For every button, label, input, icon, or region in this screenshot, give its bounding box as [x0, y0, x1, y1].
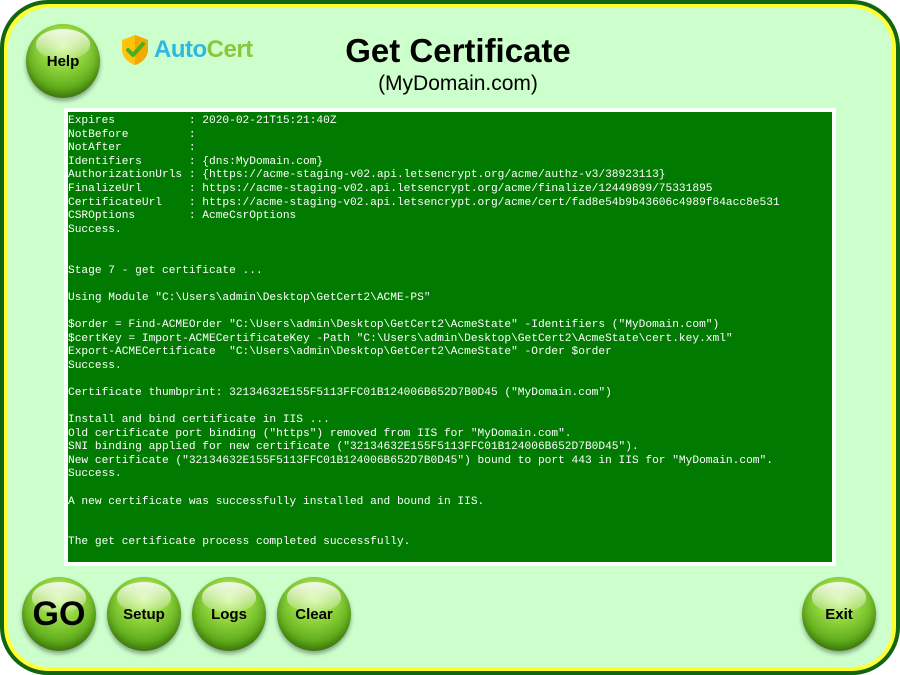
app-window-border: Help AutoCert Get Certificate (MyDomain.… — [4, 4, 896, 671]
console-line: NotBefore : — [68, 128, 196, 141]
logo-text-cert: Cert — [206, 36, 254, 63]
autocert-logo: AutoCert — [120, 34, 253, 66]
console-line: Export-ACMECertificate "C:\Users\admin\D… — [68, 346, 612, 359]
logs-button-label: Logs — [211, 605, 247, 623]
console-line: Stage 7 - get certificate ... — [68, 264, 263, 277]
page-title: Get Certificate — [345, 32, 571, 69]
console-line: CSROptions : AcmeCsrOptions — [68, 210, 297, 223]
app-window-frame: Help AutoCert Get Certificate (MyDomain.… — [0, 0, 900, 675]
console-line: Success. — [68, 359, 122, 372]
page-subtitle: (MyDomain.com) — [378, 72, 538, 95]
console-line: Identifiers : {dns:MyDomain.com} — [68, 155, 324, 168]
console-line: Expires : 2020-02-21T15:21:40Z — [68, 115, 337, 127]
console-line: $certKey = Import-ACMECertificateKey -Pa… — [68, 332, 733, 345]
console-line: $order = Find-ACMEOrder "C:\Users\admin\… — [68, 318, 720, 331]
logo-text-auto: Auto — [154, 36, 207, 63]
console-line: NotAfter : — [68, 142, 196, 155]
help-button-label: Help — [46, 52, 80, 70]
console-line: Using Module "C:\Users\admin\Desktop\Get… — [68, 291, 431, 304]
console-line: Success. — [68, 223, 122, 236]
help-button[interactable]: Help — [26, 24, 100, 98]
setup-button-label: Setup — [123, 605, 165, 623]
console-line: Certificate thumbprint: 32134632E155F511… — [68, 386, 612, 399]
console-line: AuthorizationUrls : {https://acme-stagin… — [68, 169, 666, 182]
console-line: FinalizeUrl : https://acme-staging-v02.a… — [68, 182, 713, 195]
console-output[interactable]: Expires : 2020-02-21T15:21:40Z NotBefore … — [64, 108, 836, 566]
go-button-label: GO — [32, 594, 86, 633]
console-line: SNI binding applied for new certificate … — [68, 441, 639, 454]
console-lines: Expires : 2020-02-21T15:21:40Z NotBefore … — [68, 112, 832, 550]
console-line: New certificate ("32134632E155F5113FFC01… — [68, 454, 773, 467]
logo-text: AutoCert — [154, 36, 253, 64]
go-button[interactable]: GO — [22, 577, 96, 651]
console-line: A new certificate was successfully insta… — [68, 495, 485, 508]
clear-button-label: Clear — [295, 605, 333, 623]
console-line: CertificateUrl : https://acme-staging-v0… — [68, 196, 780, 209]
console-line: The get certificate process completed su… — [68, 536, 411, 549]
main-panel: Help AutoCert Get Certificate (MyDomain.… — [8, 8, 892, 667]
console-line: Old certificate port binding ("https") r… — [68, 427, 572, 440]
logs-button[interactable]: Logs — [192, 577, 266, 651]
exit-button[interactable]: Exit — [802, 577, 876, 651]
setup-button[interactable]: Setup — [107, 577, 181, 651]
console-line: Success. — [68, 468, 122, 481]
clear-button[interactable]: Clear — [277, 577, 351, 651]
exit-button-label: Exit — [825, 605, 853, 623]
console-line: Install and bind certificate in IIS ... — [68, 414, 330, 427]
shield-check-icon — [122, 35, 148, 65]
